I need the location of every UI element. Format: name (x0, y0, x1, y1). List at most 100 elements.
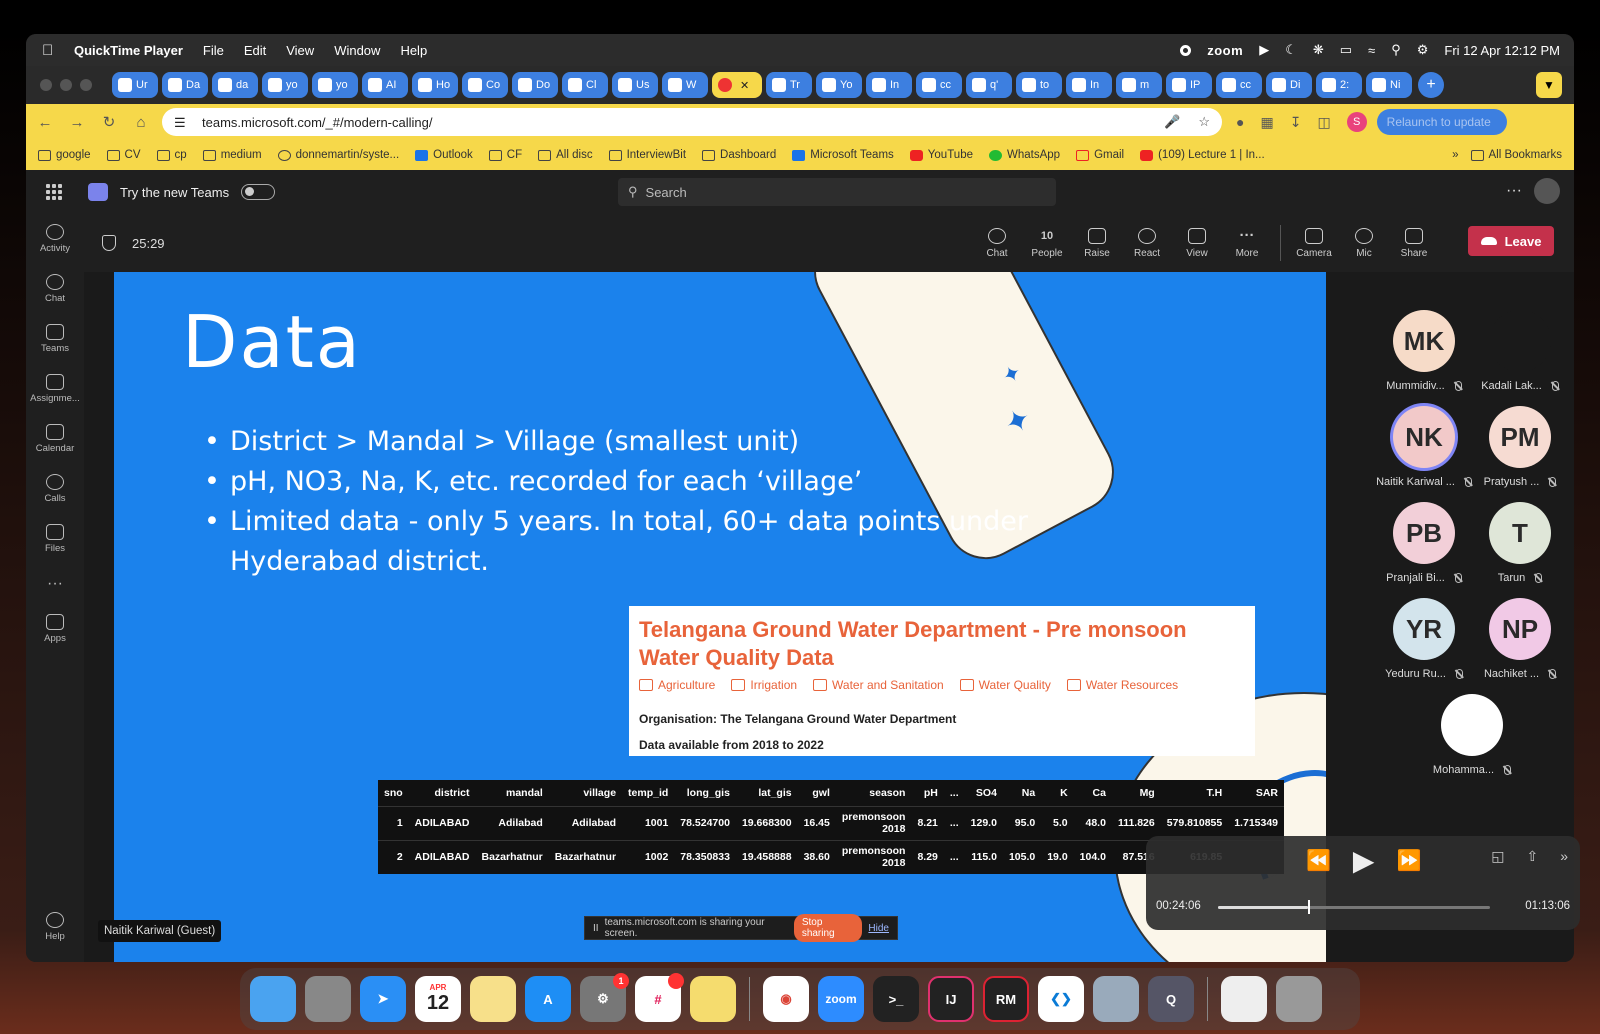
play-circle-icon[interactable]: ▶ (1259, 42, 1269, 58)
people-button[interactable]: 10 People (1022, 220, 1072, 266)
menu-edit[interactable]: Edit (244, 43, 266, 58)
chrome-icon[interactable]: ◉ (763, 976, 809, 1022)
preview-icon[interactable] (1093, 976, 1139, 1022)
participant-tile[interactable]: NP Nachiket ... (1470, 598, 1570, 694)
bookmark-interviewbit[interactable]: InterviewBit (608, 149, 686, 161)
raise-hand-button[interactable]: Raise (1072, 220, 1122, 266)
trash-icon[interactable] (1276, 976, 1322, 1022)
home-icon[interactable]: ⌂ (128, 109, 154, 135)
participant-tile[interactable]: PM Pratyush ... (1470, 406, 1570, 502)
screen-recording-icon[interactable] (1180, 44, 1192, 56)
browser-tab[interactable]: AI (362, 72, 408, 98)
more-apps-icon[interactable]: ··· (26, 564, 84, 604)
try-new-teams-toggle[interactable] (241, 184, 276, 200)
browser-tab[interactable]: ✕ (712, 72, 762, 98)
participant-tile[interactable]: MK Mummidiv... (1374, 310, 1474, 406)
react-button[interactable]: React (1122, 220, 1172, 266)
menubar-datetime[interactable]: Fri 12 Apr 12:12 PM (1444, 43, 1560, 58)
browser-tab[interactable]: yo (262, 72, 308, 98)
redis-manager-icon[interactable]: RM (983, 976, 1029, 1022)
rail-calls[interactable]: Calls (26, 464, 84, 514)
zoom-window-button[interactable] (80, 79, 92, 91)
stickies-icon[interactable] (690, 976, 736, 1022)
browser-tab[interactable]: yo (312, 72, 358, 98)
forward-arrow-icon[interactable]: → (64, 109, 90, 135)
search-input[interactable]: ⚲ Search (618, 178, 1056, 206)
rail-assignments[interactable]: Assignme... (26, 364, 84, 414)
bookmark-outlook[interactable]: Outlook (415, 149, 473, 161)
extension-icon[interactable]: ● (1236, 114, 1244, 130)
close-tab-icon[interactable]: ✕ (740, 79, 749, 92)
playback-scrubber[interactable] (1218, 900, 1490, 914)
share-button[interactable]: Share (1389, 220, 1439, 266)
browser-tab[interactable]: da (212, 72, 258, 98)
hide-link[interactable]: Hide (868, 923, 889, 934)
calendar-app-icon[interactable]: APR 12 (415, 976, 461, 1022)
zoom-icon[interactable]: zoom (818, 976, 864, 1022)
bookmark-google[interactable]: google (38, 149, 91, 161)
browser-tab[interactable]: Ho (412, 72, 458, 98)
browser-tab[interactable]: 2: (1316, 72, 1362, 98)
more-bookmarks-chevron-icon[interactable]: » (1452, 149, 1458, 161)
back-arrow-icon[interactable]: ← (32, 109, 58, 135)
picture-in-picture-icon[interactable]: ◱ (1491, 848, 1504, 865)
browser-tab[interactable]: W (662, 72, 708, 98)
bookmark-star-icon[interactable]: ☆ (1198, 114, 1210, 130)
rail-activity[interactable]: Activity (26, 214, 84, 264)
leave-button[interactable]: Leave (1468, 226, 1554, 256)
download-icon[interactable]: ↧ (1290, 114, 1302, 131)
browser-tab[interactable]: cc (916, 72, 962, 98)
finder-icon[interactable] (250, 976, 296, 1022)
apple-icon[interactable]:  (42, 42, 64, 59)
fast-forward-icon[interactable]: ⏩ (1396, 848, 1421, 873)
chat-button[interactable]: Chat (972, 220, 1022, 266)
intellij-icon[interactable]: IJ (928, 976, 974, 1022)
site-settings-icon[interactable]: ☰ (174, 115, 188, 130)
app-store-icon[interactable]: A (525, 976, 571, 1022)
participant-tile[interactable]: Kadali Lak... (1470, 310, 1570, 406)
app-launcher-icon[interactable] (46, 184, 62, 200)
terminal-icon[interactable]: >_ (873, 976, 919, 1022)
more-button[interactable]: ··· More (1222, 220, 1272, 266)
spotlight-search-icon[interactable]: ⚲ (1391, 42, 1401, 58)
settings-more-icon[interactable]: ··· (1506, 182, 1522, 200)
browser-tab[interactable]: cc (1216, 72, 1262, 98)
menu-view[interactable]: View (286, 43, 314, 58)
browser-tab[interactable]: Do (512, 72, 558, 98)
launchpad-icon[interactable] (305, 976, 351, 1022)
rail-calendar[interactable]: Calendar (26, 414, 84, 464)
bookmark-medium[interactable]: medium (202, 149, 262, 161)
tab-search-chevron-icon[interactable]: ▼ (1536, 72, 1562, 98)
minimize-window-button[interactable] (60, 79, 72, 91)
rail-files[interactable]: Files (26, 514, 84, 564)
bookmark-cp[interactable]: cp (156, 149, 187, 161)
wifi-icon[interactable]: ≈ (1368, 43, 1375, 58)
address-bar[interactable]: ☰ teams.microsoft.com/_#/modern-calling/… (162, 108, 1222, 136)
browser-tab[interactable]: Tr (766, 72, 812, 98)
menu-window[interactable]: Window (334, 43, 380, 58)
browser-tab[interactable]: Ni (1366, 72, 1412, 98)
new-tab-button[interactable]: + (1418, 72, 1444, 98)
browser-tab[interactable]: Cl (562, 72, 608, 98)
participant-tile[interactable]: PB Pranjali Bi... (1374, 502, 1474, 598)
fan-icon[interactable]: ❋ (1313, 42, 1324, 58)
bookmark-cf[interactable]: CF (488, 149, 522, 161)
participant-tile[interactable]: Mohamma... (1422, 694, 1522, 790)
moon-icon[interactable]: ☾ (1285, 42, 1297, 58)
bookmark-lecture[interactable]: (109) Lecture 1 | In... (1140, 149, 1265, 161)
mic-button[interactable]: Mic (1339, 220, 1389, 266)
browser-tab[interactable]: Di (1266, 72, 1312, 98)
user-avatar[interactable] (1534, 178, 1560, 204)
battery-icon[interactable]: ▭ (1340, 42, 1352, 58)
rewind-icon[interactable]: ⏪ (1306, 848, 1331, 873)
browser-tab[interactable]: Da (162, 72, 208, 98)
relaunch-to-update-button[interactable]: Relaunch to update (1376, 109, 1507, 135)
control-center-icon[interactable]: ⚙ (1417, 42, 1429, 58)
side-panel-icon[interactable]: ◫ (1317, 114, 1330, 131)
menu-file[interactable]: File (203, 43, 224, 58)
participant-tile[interactable]: T Tarun (1470, 502, 1570, 598)
participant-tile[interactable]: YR Yeduru Ru... (1374, 598, 1474, 694)
all-bookmarks[interactable]: All Bookmarks (1470, 149, 1562, 161)
menu-help[interactable]: Help (400, 43, 427, 58)
safari-icon[interactable]: ➤ (360, 976, 406, 1022)
